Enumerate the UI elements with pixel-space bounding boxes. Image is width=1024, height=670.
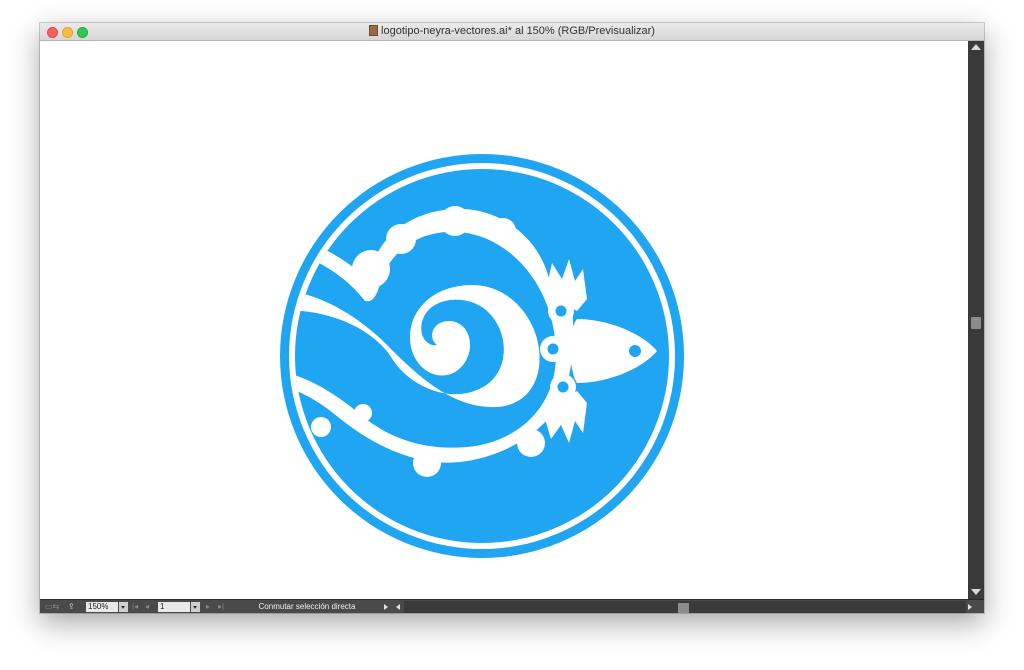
body-bump-5 (517, 429, 545, 457)
share-icon[interactable]: ⇪ (68, 602, 75, 612)
next-artboard-icon[interactable]: ▸ (206, 602, 210, 612)
window-titlebar[interactable]: logotipo-neyra-vectores.ai* al 150% (RGB… (40, 23, 984, 41)
body-bump-8 (354, 404, 372, 422)
illustrator-document-window: logotipo-neyra-vectores.ai* al 150% (RGB… (40, 23, 984, 613)
body-bump-2 (386, 224, 416, 254)
illustrator-document-icon (369, 25, 379, 36)
body-bump-1 (352, 250, 390, 288)
window-title: logotipo-neyra-vectores.ai* al 150% (RGB… (381, 25, 655, 37)
horizontal-scroll-thumb[interactable] (678, 603, 689, 613)
scroll-down-arrow[interactable] (971, 589, 981, 595)
window-title-area: logotipo-neyra-vectores.ai* al 150% (RGB… (40, 25, 984, 38)
status-text[interactable]: Conmutar selección directa (236, 602, 378, 612)
creature-eye (629, 345, 641, 357)
horizontal-scrollbar[interactable] (404, 601, 966, 613)
body-bump-3 (440, 206, 470, 236)
artboard-canvas[interactable] (40, 41, 968, 599)
previous-artboard-icon[interactable]: ◂ (145, 602, 149, 612)
zoom-dropdown-button[interactable] (119, 602, 128, 612)
crest-hole-2 (547, 343, 559, 355)
body-bump-7 (311, 417, 331, 437)
artboard-navigator-icon[interactable]: ▭⇆ (45, 602, 59, 612)
artboard-number-field[interactable]: 1 (158, 602, 190, 612)
vertical-scrollbar[interactable] (968, 41, 984, 599)
artboard-dropdown-button[interactable] (191, 602, 200, 612)
scroll-right-arrow[interactable] (968, 604, 972, 610)
last-artboard-icon[interactable]: ▸| (218, 602, 224, 612)
document-status-bar: ▭⇆ ⇪ 150% |◂ ◂ 1 ▸ ▸| Conmutar selección… (40, 599, 984, 613)
first-artboard-icon[interactable]: |◂ (132, 602, 138, 612)
crest-hole-3 (557, 381, 569, 393)
body-bump-6 (413, 449, 441, 477)
status-menu-arrow-icon[interactable] (384, 604, 388, 610)
body-bump-4 (490, 218, 516, 244)
vertical-scroll-thumb[interactable] (971, 317, 981, 329)
scroll-up-arrow[interactable] (971, 44, 981, 50)
crest-hole-1 (555, 305, 567, 317)
scroll-left-arrow[interactable] (396, 604, 400, 610)
zoom-level-field[interactable]: 150% (86, 602, 118, 612)
neyra-logo-artwork[interactable] (277, 151, 687, 561)
